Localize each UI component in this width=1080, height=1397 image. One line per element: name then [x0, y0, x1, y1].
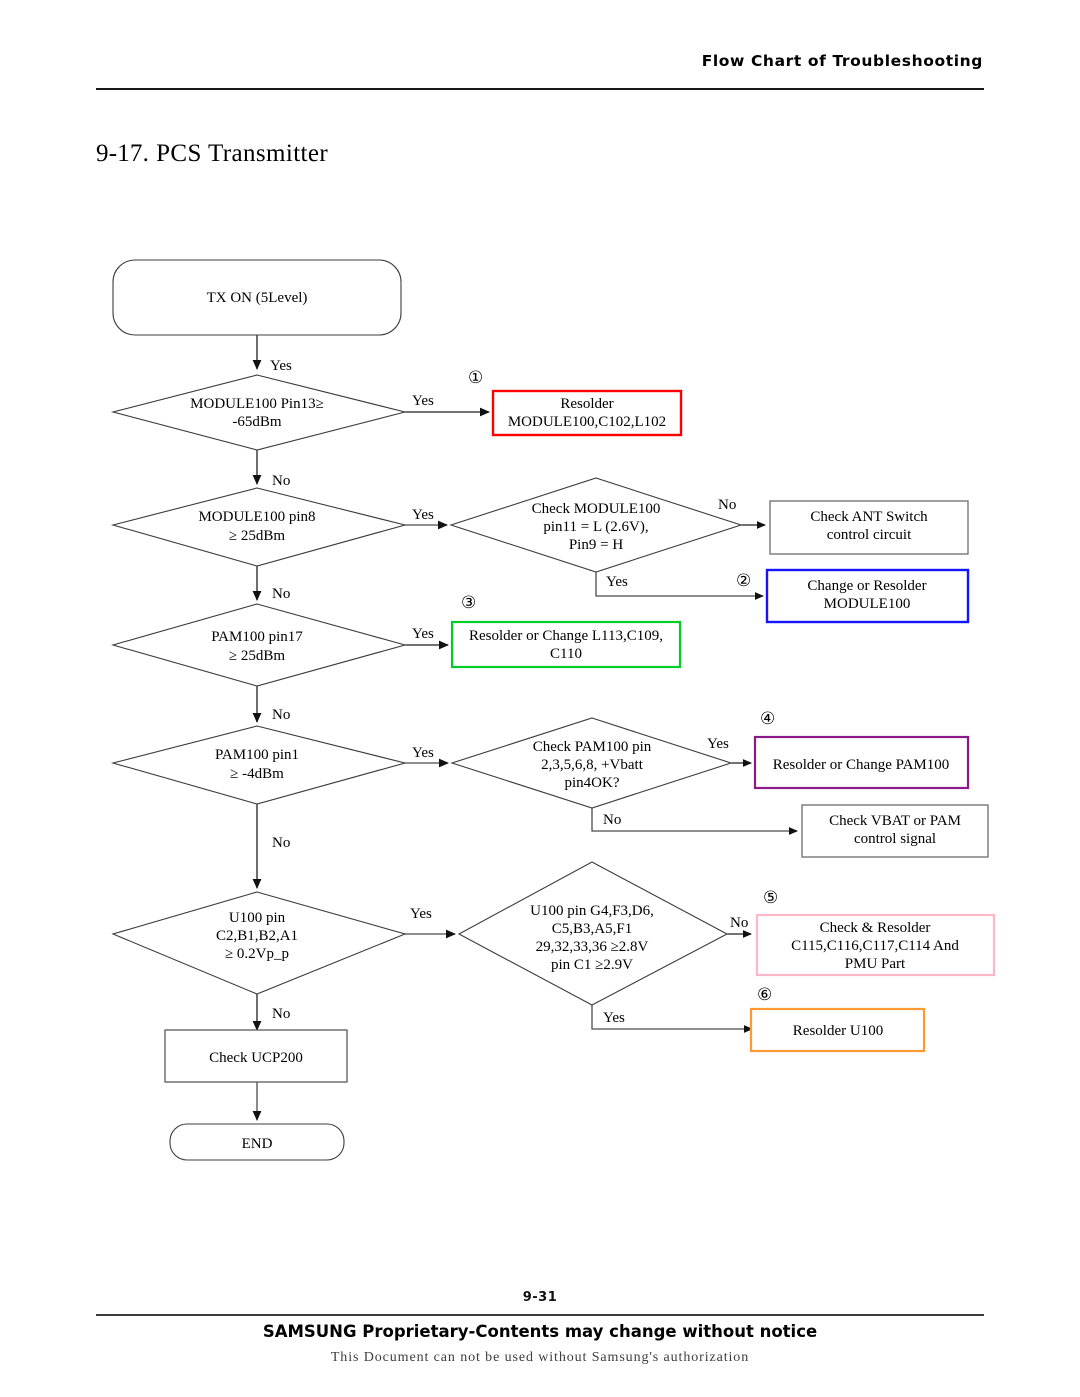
- node-r1-line1: MODULE100,C102,L102: [508, 414, 666, 430]
- node-r6-line0: Resolder U100: [793, 1023, 883, 1039]
- node-r2-line0: Change or Resolder: [807, 578, 926, 594]
- edge-label-d4-dm2: Yes: [412, 745, 434, 761]
- document-page: Flow Chart of Troubleshooting 9-17. PCS T…: [0, 0, 1080, 1397]
- node-d5-line0: U100 pin: [229, 910, 286, 926]
- edge-label-dm2-vbat: No: [603, 812, 621, 828]
- node-dm3-line1: C5,B3,A5,F1: [552, 921, 632, 937]
- node-d3-line1: ≥ 25dBm: [229, 648, 285, 664]
- node-decision-u100-pin-g4: U100 pin G4,F3,D6, C5,B3,A5,F1 29,32,33,…: [457, 861, 729, 1006]
- node-decision-check-module100: Check MODULE100 pin11 = L (2.6V), Pin9 =…: [449, 477, 743, 573]
- node-action-check-vbat: Check VBAT or PAM control signal: [801, 804, 989, 858]
- node-action-check-resolder-c115: Check & Resolder C115,C116,C117,C114 And…: [755, 913, 996, 977]
- node-d4-line1: ≥ -4dBm: [230, 766, 284, 782]
- edge-label-d1-r1: Yes: [412, 393, 434, 409]
- edge-label-d3-r3: Yes: [412, 626, 434, 642]
- marker-4-icon: ④: [760, 709, 775, 728]
- node-r5-line2: PMU Part: [845, 956, 906, 972]
- edge-label-d5-ucp: No: [272, 1006, 290, 1022]
- node-ucp-line0: Check UCP200: [209, 1050, 303, 1066]
- node-decision-module100-pin8: MODULE100 pin8 ≥ 25dBm: [110, 487, 408, 567]
- node-d2-line1: ≥ 25dBm: [229, 528, 285, 544]
- node-decision-pam100-pin17: PAM100 pin17 ≥ 25dBm: [110, 603, 408, 687]
- node-r4-line0: Resolder or Change PAM100: [773, 757, 950, 773]
- node-dm2-line1: 2,3,5,6,8, +Vbatt: [541, 757, 644, 773]
- edge-label-dm3-r6: Yes: [603, 1010, 625, 1026]
- node-action-resolder-change-l113: Resolder or Change L113,C109, C110: [450, 620, 682, 669]
- marker-6-icon: ⑥: [757, 985, 772, 1004]
- node-d2-line0: MODULE100 pin8: [198, 509, 315, 525]
- marker-2-icon: ②: [736, 571, 751, 590]
- edge-label-d3-d4: No: [272, 707, 290, 723]
- node-vbat-line1: control signal: [854, 831, 936, 847]
- node-r2-line1: MODULE100: [824, 596, 911, 612]
- node-d5-line2: ≥ 0.2Vp_p: [225, 946, 289, 962]
- edge-label-d2-d3: No: [272, 586, 290, 602]
- node-decision-check-pam100-pins: Check PAM100 pin 2,3,5,6,8, +Vbatt pin4O…: [450, 717, 733, 809]
- footer-divider: [96, 1314, 984, 1316]
- node-action-check-ucp200: Check UCP200: [164, 1029, 348, 1083]
- node-action-check-ant-switch: Check ANT Switch control circuit: [769, 500, 969, 555]
- node-dm1-line0: Check MODULE100: [532, 501, 661, 517]
- node-dm2-line2: pin4OK?: [565, 775, 620, 791]
- node-d5-line1: C2,B1,B2,A1: [216, 928, 298, 944]
- node-ant-line0: Check ANT Switch: [810, 509, 928, 525]
- marker-5-icon: ⑤: [763, 888, 778, 907]
- edge-dm2-vbat: [591, 808, 798, 835]
- node-r5-line0: Check & Resolder: [820, 920, 931, 936]
- node-d4-line0: PAM100 pin1: [215, 747, 299, 763]
- marker-3-icon: ③: [461, 593, 476, 612]
- node-d1-line0: MODULE100 Pin13≥: [190, 396, 324, 412]
- node-r3-line1: C110: [550, 646, 582, 662]
- edge-label-dm1-ant: No: [718, 497, 736, 513]
- edge-label-dm3-r5: No: [730, 915, 748, 931]
- node-dm1-line2: Pin9 = H: [569, 537, 623, 553]
- node-ant-line1: control circuit: [827, 527, 912, 543]
- node-end: END: [169, 1123, 345, 1161]
- edge-label-d5-dm3: Yes: [410, 906, 432, 922]
- edge-label-d4-d5: No: [272, 835, 290, 851]
- footer-authorization-notice: This Document can not be used without Sa…: [330, 1350, 750, 1365]
- node-r1-line0: Resolder: [560, 396, 613, 412]
- node-action-change-resolder-module100: Change or Resolder MODULE100: [765, 568, 970, 624]
- node-d1-line1: -65dBm: [232, 414, 282, 430]
- node-dm3-line3: pin C1 ≥2.9V: [551, 957, 633, 973]
- edge-label-start-d1: Yes: [270, 358, 292, 374]
- node-dm2-line0: Check PAM100 pin: [533, 739, 652, 755]
- node-vbat-line0: Check VBAT or PAM: [829, 813, 961, 829]
- page-number: 9-31: [522, 1290, 558, 1305]
- node-decision-module100-pin13: MODULE100 Pin13≥ -65dBm: [110, 374, 406, 451]
- node-action-resolder-change-pam100: Resolder or Change PAM100: [753, 735, 970, 790]
- edge-label-d2-dm1: Yes: [412, 507, 434, 523]
- node-decision-pam100-pin1: PAM100 pin1 ≥ -4dBm: [110, 725, 408, 805]
- troubleshooting-flowchart: TX ON (5Level) MODULE100 Pin13≥ -65dBm M…: [110, 259, 996, 1161]
- node-dm3-line2: 29,32,33,36 ≥2.8V: [536, 939, 649, 955]
- edge-label-d1-d2: No: [272, 473, 290, 489]
- node-dm1-line1: pin11 = L (2.6V),: [543, 519, 648, 535]
- node-r3-line0: Resolder or Change L113,C109,: [469, 628, 663, 644]
- node-action-resolder-module100: Resolder MODULE100,C102,L102: [491, 389, 683, 437]
- edge-label-dm2-r4: Yes: [707, 736, 729, 752]
- node-dm3-line0: U100 pin G4,F3,D6,: [530, 903, 654, 919]
- footer-proprietary-notice: SAMSUNG Proprietary-Contents may change …: [262, 1322, 818, 1341]
- node-action-resolder-u100: Resolder U100: [749, 1007, 926, 1053]
- node-decision-u100-pin-c2: U100 pin C2,B1,B2,A1 ≥ 0.2Vp_p: [111, 891, 407, 995]
- node-start: TX ON (5Level): [112, 259, 402, 336]
- marker-1-icon: ①: [468, 368, 483, 387]
- node-end-label: END: [242, 1136, 273, 1152]
- edge-label-dm1-r2: Yes: [606, 574, 628, 590]
- node-d3-line0: PAM100 pin17: [211, 629, 303, 645]
- node-start-label: TX ON (5Level): [207, 290, 308, 306]
- node-r5-line1: C115,C116,C117,C114 And: [791, 938, 959, 954]
